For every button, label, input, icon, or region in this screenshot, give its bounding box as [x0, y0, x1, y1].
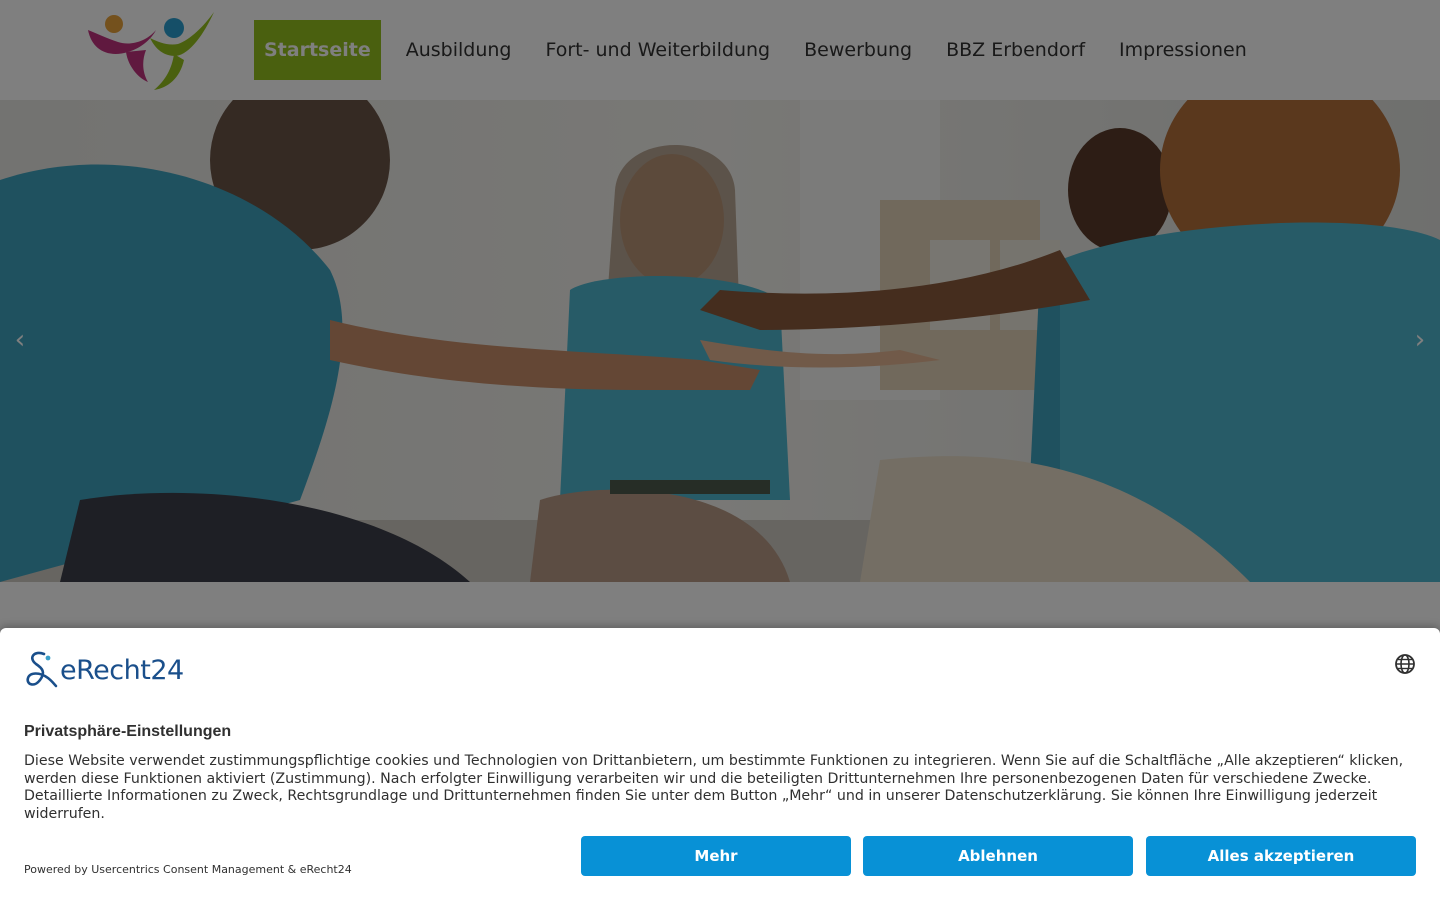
consent-brand-logo: eRecht24	[24, 650, 184, 690]
more-button[interactable]: Mehr	[581, 836, 851, 876]
language-selector[interactable]	[1394, 653, 1416, 675]
cookie-consent-banner: eRecht24 Privatsphäre-Einstellungen Dies…	[0, 628, 1440, 900]
consent-brand-name: eRecht24	[60, 654, 184, 686]
globe-icon	[1395, 654, 1415, 674]
deny-button[interactable]: Ablehnen	[863, 836, 1133, 876]
consent-description: Diese Website verwendet zustimmungspflic…	[24, 753, 1404, 822]
consent-title: Privatsphäre-Einstellungen	[24, 723, 232, 740]
consent-powered-by: Powered by Usercentrics Consent Manageme…	[24, 863, 352, 876]
erecht24-logo-icon	[26, 651, 58, 688]
accept-all-button[interactable]: Alles akzeptieren	[1146, 836, 1416, 876]
